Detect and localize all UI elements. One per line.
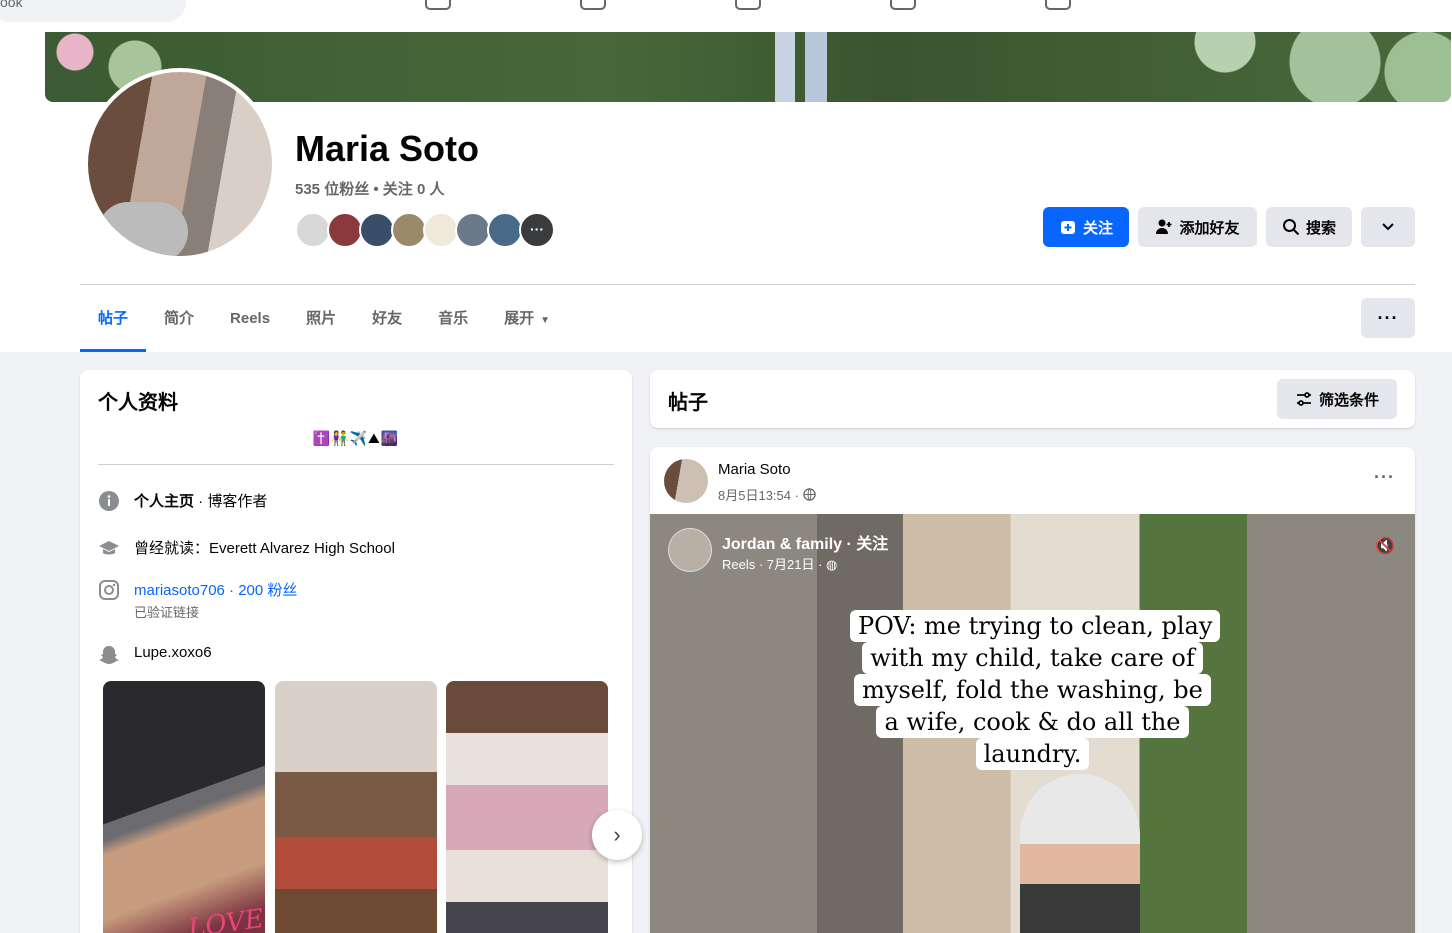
profile-tabs: 帖子 简介 Reels 照片 好友 音乐 展开 ▼	[80, 294, 568, 352]
post-author-avatar[interactable]	[664, 459, 708, 503]
search-button[interactable]: 搜索	[1266, 207, 1352, 247]
intro-title: 个人资料	[98, 392, 178, 414]
chevron-down-icon	[1382, 223, 1394, 231]
add-friend-button[interactable]: 添加好友	[1138, 207, 1257, 247]
tab-more[interactable]: 展开 ▼	[486, 294, 568, 352]
gaming-icon[interactable]	[1045, 0, 1071, 10]
snapchat-icon	[98, 644, 120, 666]
featured-photo[interactable]: LOVE	[103, 681, 265, 933]
tab-music[interactable]: 音乐	[420, 294, 486, 352]
mute-icon[interactable]: 🔇	[1375, 536, 1395, 556]
friend-avatar[interactable]	[423, 212, 459, 248]
chevron-right-icon[interactable]: ›	[592, 810, 642, 860]
friend-avatar[interactable]	[455, 212, 491, 248]
page-category-row: 个人主页 · 博客作者	[98, 490, 267, 512]
more-friends-icon[interactable]: ···	[519, 212, 555, 248]
post-options-icon[interactable]: ···	[1374, 467, 1395, 488]
reel-person	[1020, 774, 1140, 933]
cover-photo[interactable]	[45, 32, 1451, 102]
graduation-cap-icon	[98, 537, 120, 559]
followers-count[interactable]: 535 位粉丝 • 关注 0 人	[295, 178, 444, 199]
tabs-more-button[interactable]: ···	[1361, 298, 1415, 338]
ellipsis-icon: ···	[1377, 307, 1399, 328]
home-icon[interactable]	[425, 0, 451, 10]
instagram-link[interactable]: mariasoto706 · 200 粉丝	[134, 579, 297, 600]
post-author-name[interactable]: Maria Soto	[718, 461, 791, 478]
bio-emojis: ✝️👫✈️⛰🌆	[312, 430, 400, 446]
shared-reel[interactable]: Jordan & family · 关注 Reels · 7月21日 · ◍ 🔇…	[650, 514, 1415, 933]
post-card: Maria Soto 8月5日13:54 · ··· Jordan & fami…	[650, 447, 1415, 933]
post-timestamp: 8月5日13:54 ·	[718, 485, 816, 504]
profile-avatar[interactable]	[84, 68, 276, 260]
marketplace-icon[interactable]	[890, 0, 916, 10]
education-row: 曾经就读：Everett Alvarez High School	[98, 537, 395, 559]
reel-source-name[interactable]: Jordan & family · 关注	[722, 530, 888, 554]
friend-avatar[interactable]	[295, 212, 331, 248]
search-input[interactable]: ook	[0, 0, 186, 22]
instagram-icon	[98, 579, 120, 601]
tab-photos[interactable]: 照片	[288, 294, 354, 352]
filter-icon	[1296, 392, 1311, 406]
globe-icon: ◍	[826, 557, 838, 572]
reel-source-meta: Reels · 7月21日 · ◍	[722, 557, 838, 572]
friends-icon[interactable]	[580, 0, 606, 10]
intro-card: 个人资料 ✝️👫✈️⛰🌆 个人主页 · 博客作者 曾经就读：Everett Al…	[80, 370, 642, 933]
follow-icon	[1060, 221, 1075, 234]
friend-avatar[interactable]	[327, 212, 363, 248]
intro-divider	[98, 464, 614, 465]
featured-photo[interactable]	[446, 681, 608, 933]
reel-source-avatar[interactable]	[668, 528, 712, 572]
search-icon	[1282, 219, 1300, 236]
tab-reels[interactable]: Reels	[212, 294, 288, 352]
posts-header-card: 帖子 筛选条件	[650, 370, 1415, 428]
snapchat-row: Lupe.xoxo6	[98, 644, 212, 666]
caret-down-icon: ▼	[540, 315, 551, 326]
verified-link-label: 已验证链接	[134, 605, 200, 620]
follow-button[interactable]: 关注	[1043, 207, 1129, 247]
header-divider	[80, 284, 1415, 285]
friend-avatar[interactable]	[359, 212, 395, 248]
video-icon[interactable]	[735, 0, 761, 10]
posts-title: 帖子	[668, 392, 708, 414]
info-icon	[98, 490, 120, 512]
tab-posts[interactable]: 帖子	[80, 294, 147, 352]
more-options-dropdown[interactable]	[1361, 207, 1415, 247]
featured-photo[interactable]	[275, 681, 437, 933]
profile-name: Maria Soto	[295, 128, 480, 169]
top-navigation: ook	[0, 0, 1452, 32]
tab-about[interactable]: 简介	[146, 294, 212, 352]
instagram-row: mariasoto706 · 200 粉丝 已验证链接	[98, 579, 297, 621]
add-friend-icon	[1156, 219, 1172, 234]
friend-avatar[interactable]	[487, 212, 523, 248]
profile-header: Maria Soto 535 位粉丝 • 关注 0 人 ··· 关注 添加好友 …	[0, 32, 1452, 352]
friend-avatar[interactable]	[391, 212, 427, 248]
tab-friends[interactable]: 好友	[354, 294, 420, 352]
reel-caption: POV: me trying to clean, play with my ch…	[850, 610, 1221, 770]
filter-button[interactable]: 筛选条件	[1277, 379, 1397, 419]
globe-icon	[803, 488, 816, 501]
